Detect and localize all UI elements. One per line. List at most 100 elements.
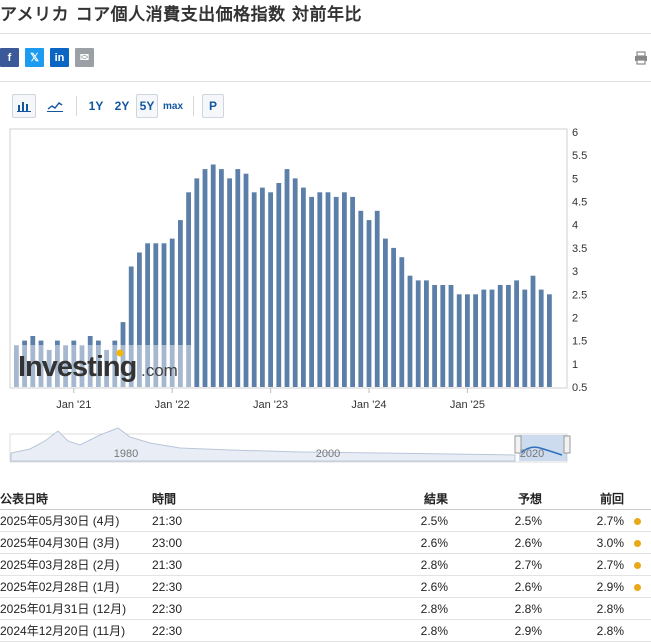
row-time: 21:30 [152,509,342,532]
col-spacer [624,488,651,510]
row-previous: 2.7% [542,553,624,576]
bar[interactable] [350,196,355,387]
row-previous: 2.9% [542,575,624,598]
navigator-right-handle[interactable] [563,435,571,454]
bar[interactable] [383,238,388,387]
bar[interactable] [489,289,495,387]
row-previous: 3.0% [542,531,624,554]
row-forecast: 2.7% [448,553,542,576]
print-icon[interactable] [634,51,648,65]
bar[interactable] [456,294,462,387]
row-actual: 2.6% [342,575,448,598]
watermark-logo: Investing .com [14,345,191,387]
line-chart-toggle[interactable] [42,95,68,117]
bar[interactable] [309,196,314,387]
page-title: アメリカ コア個人消費支出価格指数 対前年比 [0,5,362,25]
y-tick-label: 1 [572,359,578,371]
bar[interactable] [432,285,437,387]
row-time: 22:30 [152,597,342,620]
bar[interactable] [399,257,405,387]
email-icon[interactable]: ✉ [75,48,94,67]
bar[interactable] [530,275,536,387]
watermark-suffix: .com [141,361,178,380]
bar[interactable] [260,187,265,387]
share-divider [0,81,651,82]
table-row: 2025年05月30日 (4月) 21:30 2.5% 2.5% 2.7% [0,509,651,532]
range-5y-button[interactable]: 5Y [136,94,158,118]
revised-dot-icon[interactable] [634,539,641,547]
bar[interactable] [333,196,339,387]
row-forecast: 2.6% [448,531,542,554]
y-tick-label: 3.5 [572,243,587,255]
bar[interactable] [358,210,364,387]
bar[interactable] [407,275,413,387]
row-time: 21:30 [152,553,342,576]
bar[interactable] [522,289,528,387]
bar[interactable] [514,280,519,387]
range-max-button[interactable]: max [161,95,185,117]
row-previous: 2.8% [542,619,624,642]
col-actual[interactable]: 結果 [342,488,448,510]
chart-toolbar: 1Y 2Y 5Y max P [12,94,224,118]
facebook-icon[interactable]: f [0,48,19,67]
table-row: 2025年03月28日 (2月) 21:30 2.8% 2.7% 2.7% [0,553,651,576]
bar[interactable] [473,294,478,387]
row-actual: 2.6% [342,531,448,554]
row-previous: 2.7% [542,509,624,532]
bar[interactable] [194,178,200,387]
bar[interactable] [301,187,306,387]
bar[interactable] [284,169,290,387]
bar[interactable] [276,183,282,387]
row-date: 2024年12月20日 (11月) [0,619,152,642]
range-1y-button[interactable]: 1Y [85,95,107,117]
bar[interactable] [506,285,511,387]
bar[interactable] [210,164,216,388]
bar[interactable] [202,169,208,387]
bar[interactable] [440,285,446,387]
y-tick-label: 6 [572,127,578,139]
bar[interactable] [219,169,224,387]
linkedin-icon[interactable]: in [50,48,69,67]
bar[interactable] [243,173,249,387]
col-previous[interactable]: 前回 [542,488,624,510]
bar[interactable] [465,294,470,387]
bar[interactable] [415,280,421,387]
revised-dot-icon[interactable] [634,561,641,569]
bar[interactable] [391,247,396,387]
y-tick-label: 5 [572,173,578,185]
bar[interactable] [448,285,454,387]
bar[interactable] [374,210,380,387]
bar[interactable] [292,178,298,387]
bar[interactable] [251,192,257,387]
revised-dot-icon[interactable] [634,583,641,591]
bar[interactable] [538,289,544,387]
range-2y-button[interactable]: 2Y [110,95,134,117]
bar[interactable] [325,192,331,387]
bar-chart-icon [17,102,31,112]
bar[interactable] [547,294,552,387]
overview-navigator[interactable]: 1980 2000 2020 [9,427,571,463]
toolbar-separator [76,96,77,116]
bar[interactable] [424,280,429,387]
navigator-label: 2000 [316,448,340,460]
bar[interactable] [235,169,241,387]
col-date[interactable]: 公表日時 [0,488,152,510]
row-date: 2025年05月30日 (4月) [0,509,152,532]
col-time[interactable]: 時間 [152,488,342,510]
revised-dot-icon[interactable] [634,517,641,525]
bar[interactable] [227,178,232,387]
bar[interactable] [317,192,323,387]
bar[interactable] [268,192,273,387]
col-forecast[interactable]: 予想 [448,488,542,510]
bar[interactable] [481,289,487,387]
y-tick-label: 2.5 [572,289,587,301]
bar[interactable] [497,285,503,387]
bar[interactable] [342,192,347,387]
bar-chart-toggle[interactable] [12,94,36,118]
table-row: 2025年02月28日 (1月) 22:30 2.6% 2.6% 2.9% [0,575,651,598]
twitter-icon[interactable]: 𝕏 [25,48,44,67]
title-divider [0,33,651,34]
p-button[interactable]: P [202,94,224,118]
x-tick-label: Jan '24 [351,399,386,411]
bar[interactable] [366,220,372,387]
